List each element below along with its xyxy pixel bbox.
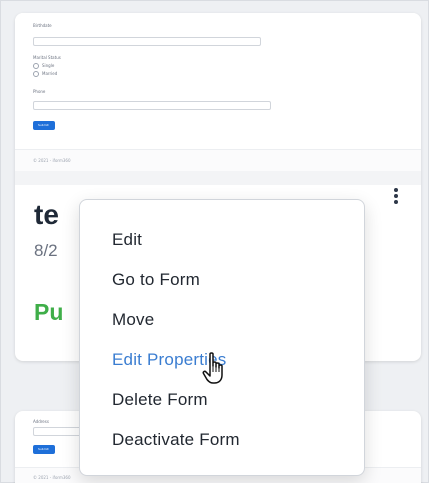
preview-radio-married-label: Married bbox=[42, 71, 58, 76]
kebab-dot bbox=[394, 200, 398, 204]
preview-label-birthdate: Birthdate bbox=[33, 23, 52, 28]
menu-item-go-to-form[interactable]: Go to Form bbox=[80, 266, 364, 306]
menu-item-move[interactable]: Move bbox=[80, 306, 364, 346]
preview-submit-label: Submit bbox=[38, 123, 49, 127]
form-date: 8/2 bbox=[34, 241, 58, 260]
preview-input-birthdate bbox=[33, 37, 261, 46]
preview2-footer-text: © 2021 - iform360 bbox=[33, 475, 71, 480]
card-divider bbox=[15, 171, 421, 185]
menu-item-edit[interactable]: Edit bbox=[80, 226, 364, 266]
preview-label-marital: Marital Status bbox=[33, 55, 61, 60]
preview-radio-single-label: Single bbox=[42, 63, 55, 68]
preview-radio-married bbox=[33, 71, 39, 77]
form-title[interactable]: te bbox=[34, 199, 59, 231]
form-status: Pu bbox=[34, 299, 64, 325]
preview-footer: © 2021 - iform360 bbox=[15, 149, 421, 171]
preview-submit-button: Submit bbox=[33, 121, 55, 130]
kebab-dot bbox=[394, 188, 398, 192]
preview2-label-address: Address bbox=[33, 419, 49, 424]
preview2-submit-button: Submit bbox=[33, 445, 55, 454]
form-actions-menu: Edit Go to Form Move Edit Properties Del… bbox=[79, 199, 365, 476]
preview-input-phone bbox=[33, 101, 271, 110]
forms-page: Birthdate Marital Status Single Married … bbox=[0, 0, 429, 483]
more-vertical-icon[interactable] bbox=[389, 184, 403, 208]
hand-pointer-icon bbox=[202, 352, 223, 384]
menu-item-delete-form[interactable]: Delete Form bbox=[80, 386, 364, 426]
preview-footer-text: © 2021 - iform360 bbox=[33, 158, 71, 163]
preview-label-phone: Phone bbox=[33, 89, 46, 94]
kebab-dot bbox=[394, 194, 398, 198]
form-thumbnail: Birthdate Marital Status Single Married … bbox=[15, 13, 421, 171]
preview2-submit-label: Submit bbox=[38, 447, 49, 451]
menu-item-deactivate-form[interactable]: Deactivate Form bbox=[80, 426, 364, 466]
preview-radio-single bbox=[33, 63, 39, 69]
